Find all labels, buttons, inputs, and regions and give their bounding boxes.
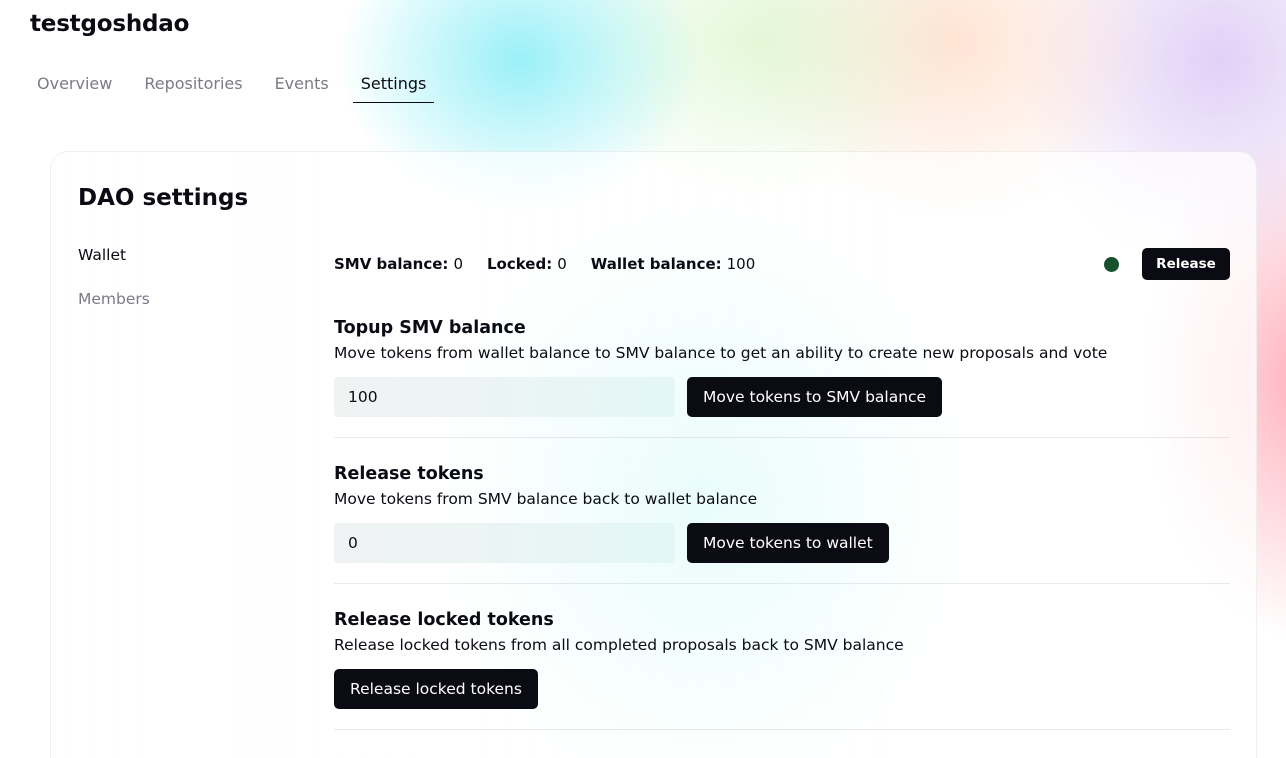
tab-settings[interactable]: Settings xyxy=(352,72,435,103)
tab-overview[interactable]: Overview xyxy=(29,72,120,103)
release-locked-description: Release locked tokens from all completed… xyxy=(334,636,904,654)
locked-balance-value: 0 xyxy=(557,255,567,273)
release-amount-input[interactable] xyxy=(334,523,675,563)
balances-row: SMV balance: 0 Locked: 0 Wallet balance: 10… xyxy=(334,248,1230,280)
settings-title: DAO settings xyxy=(78,185,249,211)
release-locked-form: Release locked tokens xyxy=(334,669,1230,709)
release-title: Release tokens xyxy=(334,464,484,484)
move-to-wallet-button[interactable]: Move tokens to wallet xyxy=(687,523,889,563)
tab-events[interactable]: Events xyxy=(267,72,337,103)
wallet-balance: Wallet balance: 100 xyxy=(591,255,756,273)
topup-section: Topup SMV balance Move tokens from walle… xyxy=(334,316,1230,438)
wallet-balance-value: 100 xyxy=(726,255,756,273)
release-button[interactable]: Release xyxy=(1142,248,1230,280)
wallet-settings: SMV balance: 0 Locked: 0 Wallet balance: 10… xyxy=(334,248,1230,730)
release-form: Move tokens to wallet xyxy=(334,523,1230,563)
side-nav-wallet[interactable]: Wallet xyxy=(78,246,150,264)
dao-tabs: Overview Repositories Events Settings xyxy=(37,72,458,103)
tab-repositories[interactable]: Repositories xyxy=(136,72,250,103)
smv-balance-value: 0 xyxy=(453,255,463,273)
topup-amount-input[interactable] xyxy=(334,377,675,417)
smv-balance: SMV balance: 0 xyxy=(334,255,463,273)
release-description: Move tokens from SMV balance back to wal… xyxy=(334,490,758,508)
locked-balance-label: Locked: xyxy=(486,255,553,273)
release-locked-title: Release locked tokens xyxy=(334,610,554,630)
settings-card: DAO settings Wallet Members SMV balance:… xyxy=(50,151,1257,758)
smv-balance-label: SMV balance: xyxy=(334,255,449,273)
wallet-balance-label: Wallet balance: xyxy=(590,255,722,273)
release-section: Release tokens Move tokens from SMV bala… xyxy=(334,462,1230,584)
locked-balance: Locked: 0 xyxy=(487,255,567,273)
settings-side-nav: Wallet Members xyxy=(78,246,150,334)
status-indicator-icon xyxy=(1104,257,1119,272)
release-locked-section: Release locked tokens Release locked tok… xyxy=(334,608,1230,730)
side-nav-members[interactable]: Members xyxy=(78,290,150,308)
topup-form: Move tokens to SMV balance xyxy=(334,377,1230,417)
topup-description: Move tokens from wallet balance to SMV b… xyxy=(334,344,1108,362)
move-to-smv-button[interactable]: Move tokens to SMV balance xyxy=(687,377,943,417)
dao-name: testgoshdao xyxy=(30,11,190,37)
release-locked-button[interactable]: Release locked tokens xyxy=(334,669,538,709)
topup-title: Topup SMV balance xyxy=(334,318,526,338)
